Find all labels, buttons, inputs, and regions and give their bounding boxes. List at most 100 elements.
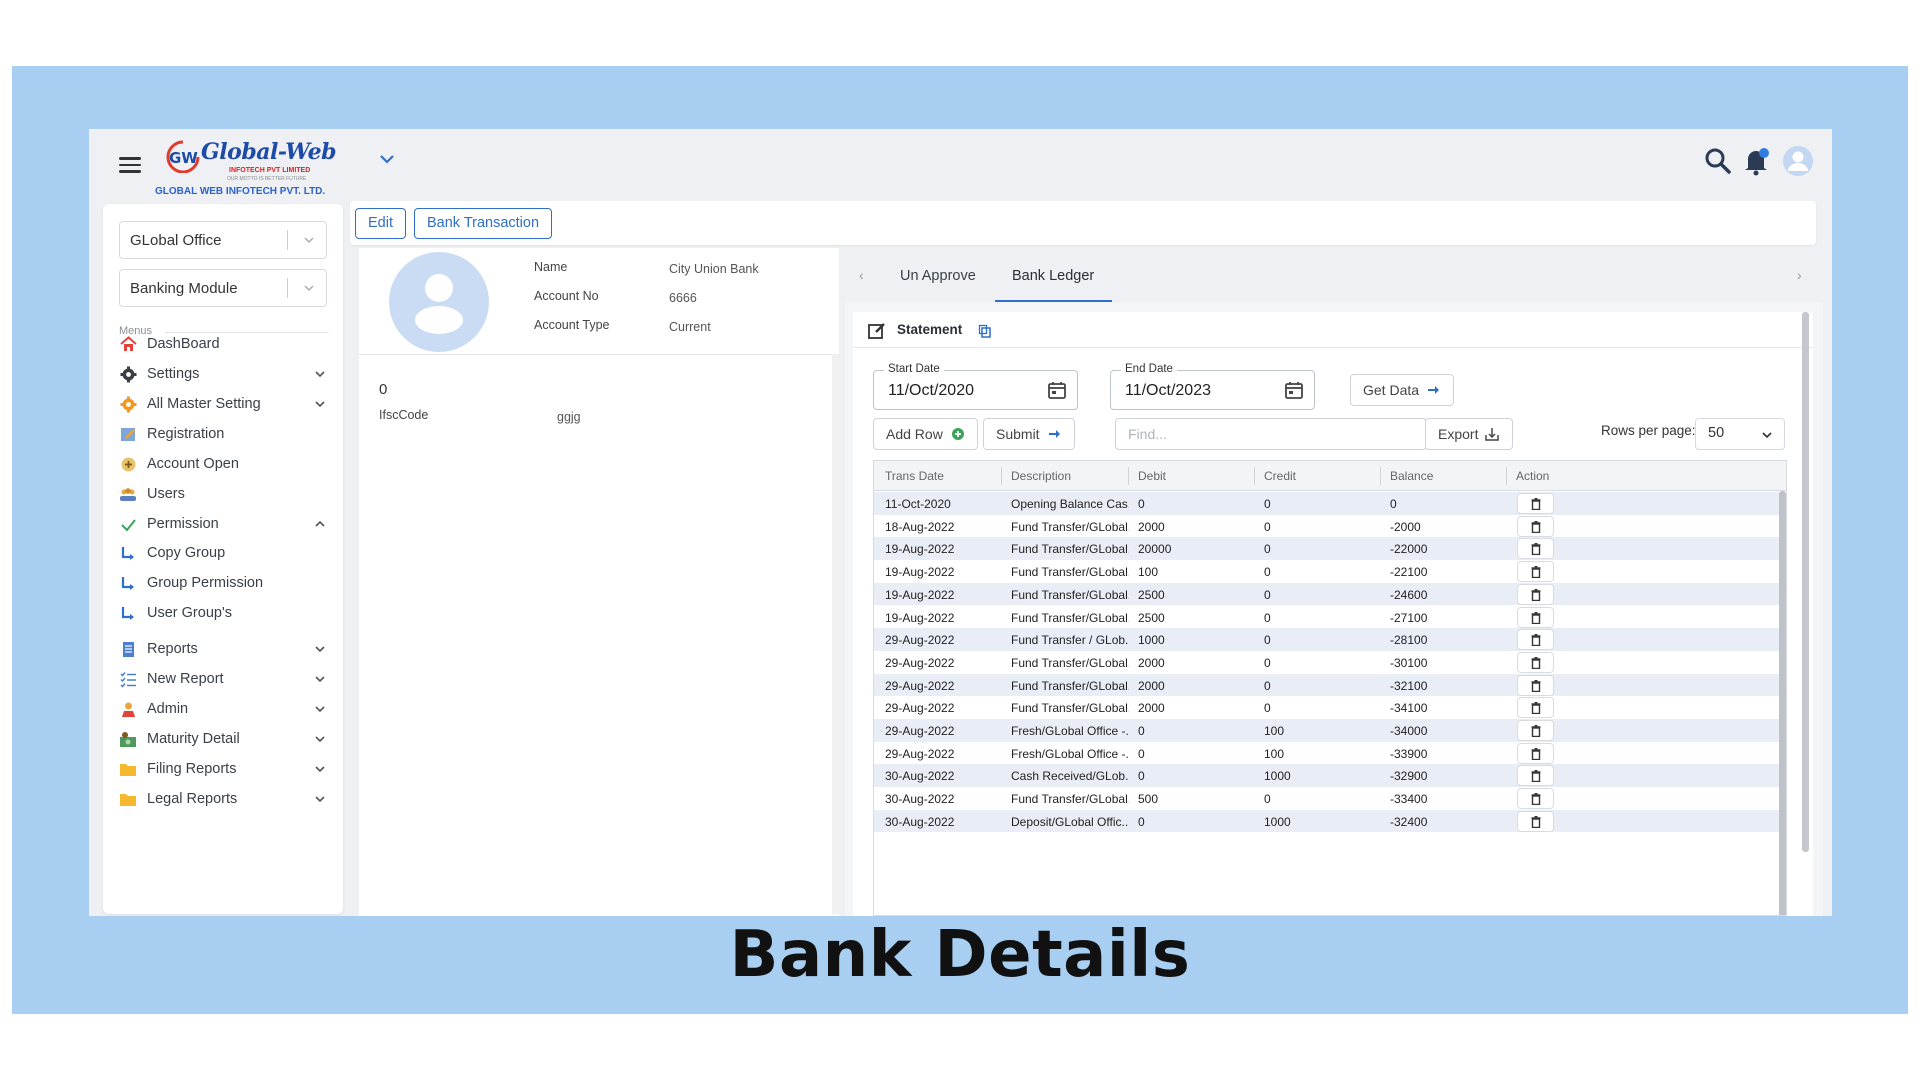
column-header[interactable]: Debit xyxy=(1138,469,1166,483)
delete-row-button[interactable] xyxy=(1517,538,1554,560)
folder-icon xyxy=(119,760,137,778)
sidebar-item-all-master-setting[interactable]: All Master Setting xyxy=(119,392,331,416)
add-row-button[interactable]: Add Row xyxy=(873,418,978,450)
chevron-down-icon[interactable] xyxy=(313,732,327,746)
chevron-down-icon[interactable] xyxy=(313,642,327,656)
table-cell: -24600 xyxy=(1390,587,1428,602)
copy-icon[interactable] xyxy=(978,324,992,338)
search-icon[interactable] xyxy=(1704,147,1732,175)
sidebar-item-dashboard[interactable]: DashBoard xyxy=(119,332,331,356)
find-input[interactable]: Find... xyxy=(1115,418,1427,450)
delete-row-button[interactable] xyxy=(1517,606,1554,628)
tab-scroll-left-icon[interactable]: ‹ xyxy=(859,267,864,283)
column-separator[interactable] xyxy=(1506,467,1507,485)
table-row[interactable]: 19-Aug-2022 Fund Transfer/GLobal... 2500 0 -… xyxy=(874,606,1779,629)
tab-un-approve[interactable]: Un Approve xyxy=(900,268,976,284)
table-row[interactable]: 29-Aug-2022 Fund Transfer/GLobal... 2000 0 -… xyxy=(874,673,1779,697)
delete-row-button[interactable] xyxy=(1517,515,1554,537)
table-row[interactable]: 19-Aug-2022 Fund Transfer/GLobal... 2500 0 -… xyxy=(874,582,1779,606)
sidebar-item-permission[interactable]: Permission xyxy=(119,512,331,536)
sidebar-item-admin[interactable]: Admin xyxy=(119,697,331,721)
chevron-down-icon[interactable] xyxy=(313,367,327,381)
column-header[interactable]: Trans Date xyxy=(885,469,944,483)
info-scrollbar[interactable] xyxy=(832,354,839,914)
tab-scroll-right-icon[interactable]: › xyxy=(1797,267,1802,283)
sidebar-item-account-open[interactable]: Account Open xyxy=(119,452,331,476)
column-separator[interactable] xyxy=(1254,467,1255,485)
column-header[interactable]: Credit xyxy=(1264,469,1296,483)
sidebar-item-reports[interactable]: Reports xyxy=(119,637,331,661)
chevron-up-icon[interactable] xyxy=(313,517,327,531)
get-data-button[interactable]: Get Data xyxy=(1350,374,1455,406)
table-row[interactable]: 29-Aug-2022 Fund Transfer/GLobal... 2000 0 -… xyxy=(874,651,1779,674)
table-row[interactable]: 30-Aug-2022 Cash Received/GLob... 0 1000 -32… xyxy=(874,764,1779,788)
table-cell: 19-Aug-2022 xyxy=(885,610,955,625)
delete-row-button[interactable] xyxy=(1517,674,1554,696)
chevron-down-icon[interactable] xyxy=(379,151,395,167)
sidebar-item-user-group-s[interactable]: User Group's xyxy=(119,601,331,625)
table-row[interactable]: 29-Aug-2022 Fund Transfer / GLob... 1000 0 -… xyxy=(874,628,1779,651)
calendar-icon[interactable] xyxy=(1284,380,1304,400)
column-separator[interactable] xyxy=(1128,467,1129,485)
chevron-down-icon[interactable] xyxy=(313,672,327,686)
user-avatar-icon[interactable] xyxy=(1782,145,1814,177)
tab-bank-ledger[interactable]: Bank Ledger xyxy=(1012,268,1094,284)
delete-row-button[interactable] xyxy=(1517,720,1554,741)
sidebar-item-maturity-detail[interactable]: Maturity Detail xyxy=(119,727,331,751)
column-header[interactable]: Action xyxy=(1516,469,1549,483)
table-row[interactable]: 18-Aug-2022 Fund Transfer/GLobal... 2000 0 -… xyxy=(874,515,1779,538)
sidebar-item-copy-group[interactable]: Copy Group xyxy=(119,541,331,565)
delete-row-button[interactable] xyxy=(1517,742,1554,764)
hamburger-menu-icon[interactable] xyxy=(119,157,141,173)
delete-row-button[interactable] xyxy=(1517,697,1554,719)
table-row[interactable]: 19-Aug-2022 Fund Transfer/GLobal... 100 0 -2… xyxy=(874,560,1779,583)
sidebar-item-users[interactable]: Users xyxy=(119,482,331,506)
table-row[interactable]: 19-Aug-2022 Fund Transfer/GLobal... 20000 0… xyxy=(874,537,1779,561)
chevron-down-icon[interactable] xyxy=(313,702,327,716)
table-row[interactable]: 30-Aug-2022 Deposit/GLobal Offic... 0 1000 -… xyxy=(874,809,1779,833)
chevron-down-icon[interactable] xyxy=(313,762,327,776)
table-row[interactable]: 29-Aug-2022 Fresh/GLobal Office -... 0 100 -… xyxy=(874,719,1779,742)
chevron-down-icon[interactable] xyxy=(313,397,327,411)
rows-per-page-select[interactable]: 50 xyxy=(1695,418,1785,450)
delete-row-button[interactable] xyxy=(1517,810,1554,832)
panel-scrollbar[interactable] xyxy=(1802,312,1809,852)
column-separator[interactable] xyxy=(1001,467,1002,485)
table-row[interactable]: 29-Aug-2022 Fund Transfer/GLobal... 2000 0 -… xyxy=(874,696,1779,719)
delete-row-button[interactable] xyxy=(1517,561,1554,583)
export-button[interactable]: Export xyxy=(1425,418,1514,450)
delete-row-button[interactable] xyxy=(1517,765,1554,787)
sidebar-item-new-report[interactable]: New Report xyxy=(119,667,331,691)
start-date-field[interactable]: Start Date 11/Oct/2020 xyxy=(873,363,1078,410)
brand-logo[interactable]: GW Global-Web INFOTECH PVT LIMITED OUR M… xyxy=(155,135,394,197)
submit-button[interactable]: Submit xyxy=(983,418,1075,450)
column-separator[interactable] xyxy=(1380,467,1381,485)
module-select[interactable]: Banking Module xyxy=(119,269,327,307)
delete-row-button[interactable] xyxy=(1517,493,1554,514)
notification-bell-icon[interactable] xyxy=(1742,146,1772,176)
sidebar-item-label: Admin xyxy=(147,701,189,717)
table-cell: Fund Transfer/GLobal... xyxy=(1011,519,1129,534)
sidebar-item-label: Group Permission xyxy=(147,575,264,591)
bank-transaction-button[interactable]: Bank Transaction xyxy=(414,208,553,239)
edit-button[interactable]: Edit xyxy=(355,208,406,239)
chevron-down-icon[interactable] xyxy=(313,792,327,806)
sidebar-item-group-permission[interactable]: Group Permission xyxy=(119,571,331,595)
end-date-field[interactable]: End Date 11/Oct/2023 xyxy=(1110,363,1315,410)
office-select[interactable]: GLobal Office xyxy=(119,221,327,259)
delete-row-button[interactable] xyxy=(1517,629,1554,651)
delete-row-button[interactable] xyxy=(1517,651,1554,673)
sidebar-item-settings[interactable]: Settings xyxy=(119,362,331,386)
grid-scrollbar[interactable] xyxy=(1779,491,1786,915)
column-header[interactable]: Balance xyxy=(1390,469,1433,483)
table-row[interactable]: 11-Oct-2020 Opening Balance Cas... 0 0 0 xyxy=(874,492,1779,515)
table-row[interactable]: 29-Aug-2022 Fresh/GLobal Office -... 0 100 -… xyxy=(874,742,1779,765)
delete-row-button[interactable] xyxy=(1517,583,1554,605)
column-header[interactable]: Description xyxy=(1011,469,1071,483)
calendar-icon[interactable] xyxy=(1047,380,1067,400)
sidebar-item-legal-reports[interactable]: Legal Reports xyxy=(119,787,331,811)
sidebar-item-registration[interactable]: Registration xyxy=(119,422,331,446)
delete-row-button[interactable] xyxy=(1517,788,1554,810)
sidebar-item-filing-reports[interactable]: Filing Reports xyxy=(119,757,331,781)
table-row[interactable]: 30-Aug-2022 Fund Transfer/GLobal... 500 0 -3… xyxy=(874,787,1779,810)
